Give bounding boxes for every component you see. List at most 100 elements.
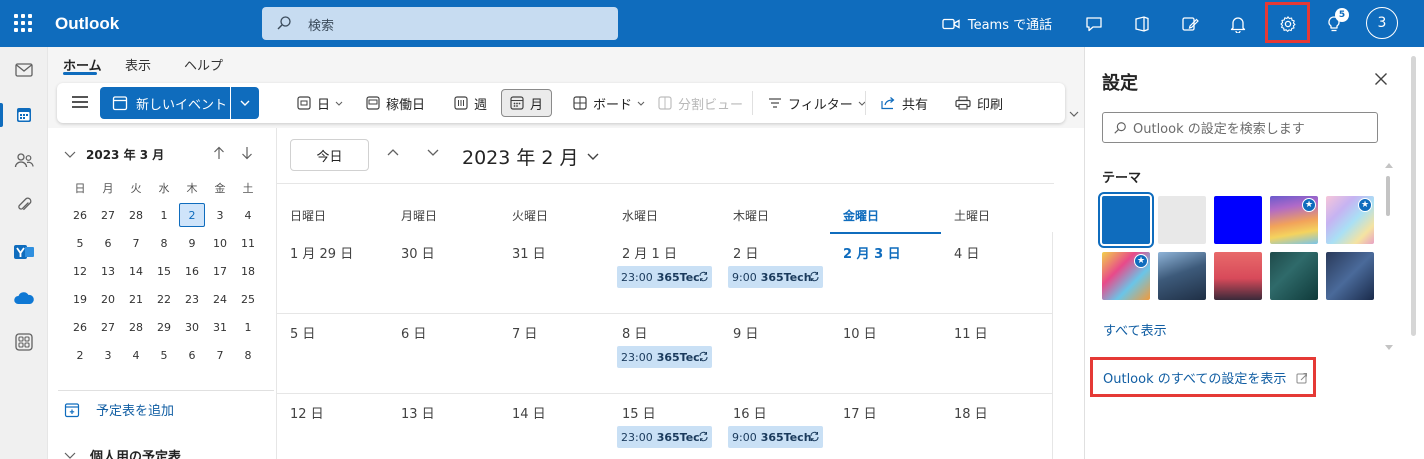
- mini-day[interactable]: 3: [94, 341, 122, 369]
- day-number[interactable]: 13 日: [401, 403, 435, 422]
- view-all-settings-link[interactable]: Outlook のすべての設定を表示: [1103, 368, 1308, 387]
- theme-swatch-blue[interactable]: [1098, 192, 1154, 248]
- rail-yammer[interactable]: [0, 234, 48, 270]
- board-button[interactable]: ボード: [573, 89, 651, 117]
- today-button[interactable]: 今日: [290, 139, 369, 171]
- mini-day[interactable]: 1: [150, 201, 178, 229]
- day-number[interactable]: 15 日: [622, 403, 656, 422]
- day-number[interactable]: 2 日: [733, 243, 758, 262]
- view-week-button[interactable]: 週: [454, 89, 487, 117]
- mini-day[interactable]: 25: [234, 285, 262, 313]
- scroll-down-icon[interactable]: [1385, 339, 1393, 354]
- tab-help[interactable]: ヘルプ: [184, 55, 223, 74]
- mini-day[interactable]: 20: [94, 285, 122, 313]
- tab-view[interactable]: 表示: [125, 55, 151, 74]
- mini-day[interactable]: 13: [94, 257, 122, 285]
- day-number[interactable]: 7 日: [512, 323, 537, 342]
- mini-day[interactable]: 29: [150, 313, 178, 341]
- day-number[interactable]: 10 日: [843, 323, 877, 342]
- office-button[interactable]: [1128, 0, 1156, 47]
- day-number[interactable]: 30 日: [401, 243, 435, 262]
- ribbon-expand-chevron-icon[interactable]: [1069, 111, 1079, 117]
- show-all-themes-link[interactable]: すべて表示: [1103, 320, 1167, 339]
- tips-button[interactable]: [1320, 0, 1348, 47]
- calendar-event[interactable]: 23:00 365Tec: [617, 266, 712, 288]
- mini-day[interactable]: 27: [94, 313, 122, 341]
- mini-day[interactable]: 28: [122, 313, 150, 341]
- day-number[interactable]: 31 日: [512, 243, 546, 262]
- mini-day[interactable]: 7: [122, 229, 150, 257]
- mini-day[interactable]: 26: [66, 313, 94, 341]
- mini-day[interactable]: 8: [234, 341, 262, 369]
- settings-scrollbar-thumb[interactable]: [1386, 176, 1390, 216]
- calendar-event[interactable]: 23:00 365Tec: [617, 426, 712, 448]
- day-number[interactable]: 18 日: [954, 403, 988, 422]
- arrow-up-icon[interactable]: [213, 146, 225, 160]
- mini-day[interactable]: 24: [206, 285, 234, 313]
- mini-day[interactable]: 6: [94, 229, 122, 257]
- new-event-button[interactable]: 新しいイベント: [100, 87, 230, 119]
- filter-button[interactable]: フィルター: [768, 89, 872, 117]
- mini-day[interactable]: 18: [234, 257, 262, 285]
- day-number[interactable]: 16 日: [733, 403, 767, 422]
- app-launcher-icon[interactable]: [14, 14, 32, 32]
- mini-day[interactable]: 1: [234, 313, 262, 341]
- rail-calendar[interactable]: [0, 97, 48, 133]
- theme-swatch-palms[interactable]: [1214, 252, 1262, 300]
- rail-mail[interactable]: [0, 52, 48, 88]
- theme-swatch-space[interactable]: [1326, 252, 1374, 300]
- settings-search-input[interactable]: Outlook の設定を検索します: [1102, 112, 1378, 143]
- theme-swatch-light-gray[interactable]: [1158, 196, 1206, 244]
- view-workweek-button[interactable]: 稼働日: [366, 89, 425, 117]
- mini-day[interactable]: 30: [178, 313, 206, 341]
- mini-day[interactable]: 3: [206, 201, 234, 229]
- theme-swatch-circuit[interactable]: [1270, 252, 1318, 300]
- day-number[interactable]: 17 日: [843, 403, 877, 422]
- mini-day[interactable]: 23: [178, 285, 206, 313]
- mini-day[interactable]: 7: [206, 341, 234, 369]
- mini-day-today[interactable]: 2: [179, 203, 205, 227]
- mini-day[interactable]: 15: [150, 257, 178, 285]
- theme-swatch-mountain[interactable]: [1158, 252, 1206, 300]
- mini-day[interactable]: 5: [66, 229, 94, 257]
- mini-day[interactable]: 8: [150, 229, 178, 257]
- mini-day[interactable]: 26: [66, 201, 94, 229]
- theme-swatch-rainbow[interactable]: ★: [1270, 196, 1318, 244]
- mini-day[interactable]: 14: [122, 257, 150, 285]
- search-box[interactable]: 検索: [262, 7, 618, 40]
- mini-day[interactable]: 9: [178, 229, 206, 257]
- personal-calendars-group[interactable]: 個人用の予定表: [64, 446, 181, 459]
- day-number[interactable]: 11 日: [954, 323, 988, 342]
- my-day-button[interactable]: [1176, 0, 1204, 47]
- split-view-button[interactable]: 分割ビュー: [658, 89, 743, 117]
- rail-people[interactable]: [0, 142, 48, 178]
- feedback-button[interactable]: [1080, 0, 1108, 47]
- day-number[interactable]: 1 月 29 日: [290, 243, 353, 262]
- calendar-event[interactable]: 9:00 365Tech: [728, 266, 823, 288]
- notifications-button[interactable]: [1224, 0, 1252, 47]
- mini-day[interactable]: 21: [122, 285, 150, 313]
- month-title-picker[interactable]: 2023 年 2 月: [462, 143, 599, 170]
- add-calendar-button[interactable]: 予定表を追加: [64, 400, 174, 419]
- mini-day[interactable]: 28: [122, 201, 150, 229]
- mini-calendar-header[interactable]: 2023 年 3 月: [64, 146, 164, 163]
- day-number[interactable]: 6 日: [401, 323, 426, 342]
- day-number[interactable]: 9 日: [733, 323, 758, 342]
- mini-day[interactable]: 10: [206, 229, 234, 257]
- day-number[interactable]: 12 日: [290, 403, 324, 422]
- calendar-event[interactable]: 9:00 365Tech: [728, 426, 823, 448]
- share-button[interactable]: 共有: [881, 89, 928, 117]
- close-icon[interactable]: [1374, 72, 1388, 86]
- day-number[interactable]: 8 日: [622, 323, 647, 342]
- mini-day[interactable]: 22: [150, 285, 178, 313]
- chevron-down-icon[interactable]: [427, 149, 439, 156]
- view-month-button[interactable]: 月: [501, 89, 553, 117]
- theme-swatch-pastel[interactable]: ★: [1326, 196, 1374, 244]
- new-event-dropdown[interactable]: [231, 87, 259, 119]
- mini-day[interactable]: 12: [66, 257, 94, 285]
- mini-day[interactable]: 27: [94, 201, 122, 229]
- day-number[interactable]: 4 日: [954, 243, 979, 262]
- avatar[interactable]: 3: [1366, 7, 1398, 39]
- theme-swatch-art[interactable]: ★: [1102, 252, 1150, 300]
- day-number[interactable]: 14 日: [512, 403, 546, 422]
